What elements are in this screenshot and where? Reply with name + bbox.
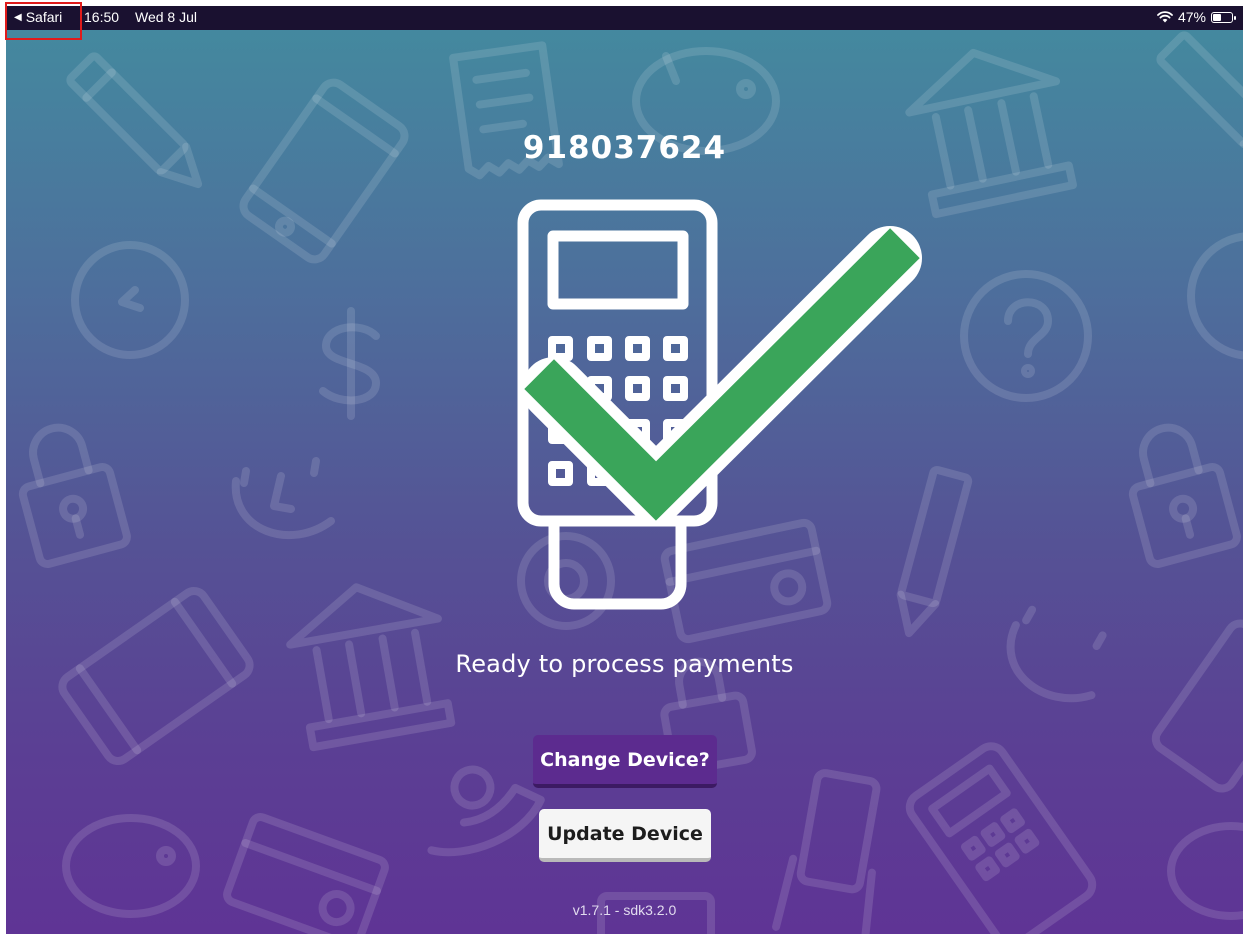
checkmark-icon: [522, 226, 922, 523]
status-message: Ready to process payments: [455, 650, 794, 678]
change-device-button[interactable]: Change Device?: [533, 735, 717, 788]
update-device-button[interactable]: Update Device: [539, 809, 711, 862]
terminal-ready-illustration: [517, 199, 922, 610]
version-label: v1.7.1 - sdk3.2.0: [572, 902, 677, 918]
app-screen: ◀ Safari 16:50 Wed 8 Jul 47% 918037624 R…: [6, 6, 1243, 934]
